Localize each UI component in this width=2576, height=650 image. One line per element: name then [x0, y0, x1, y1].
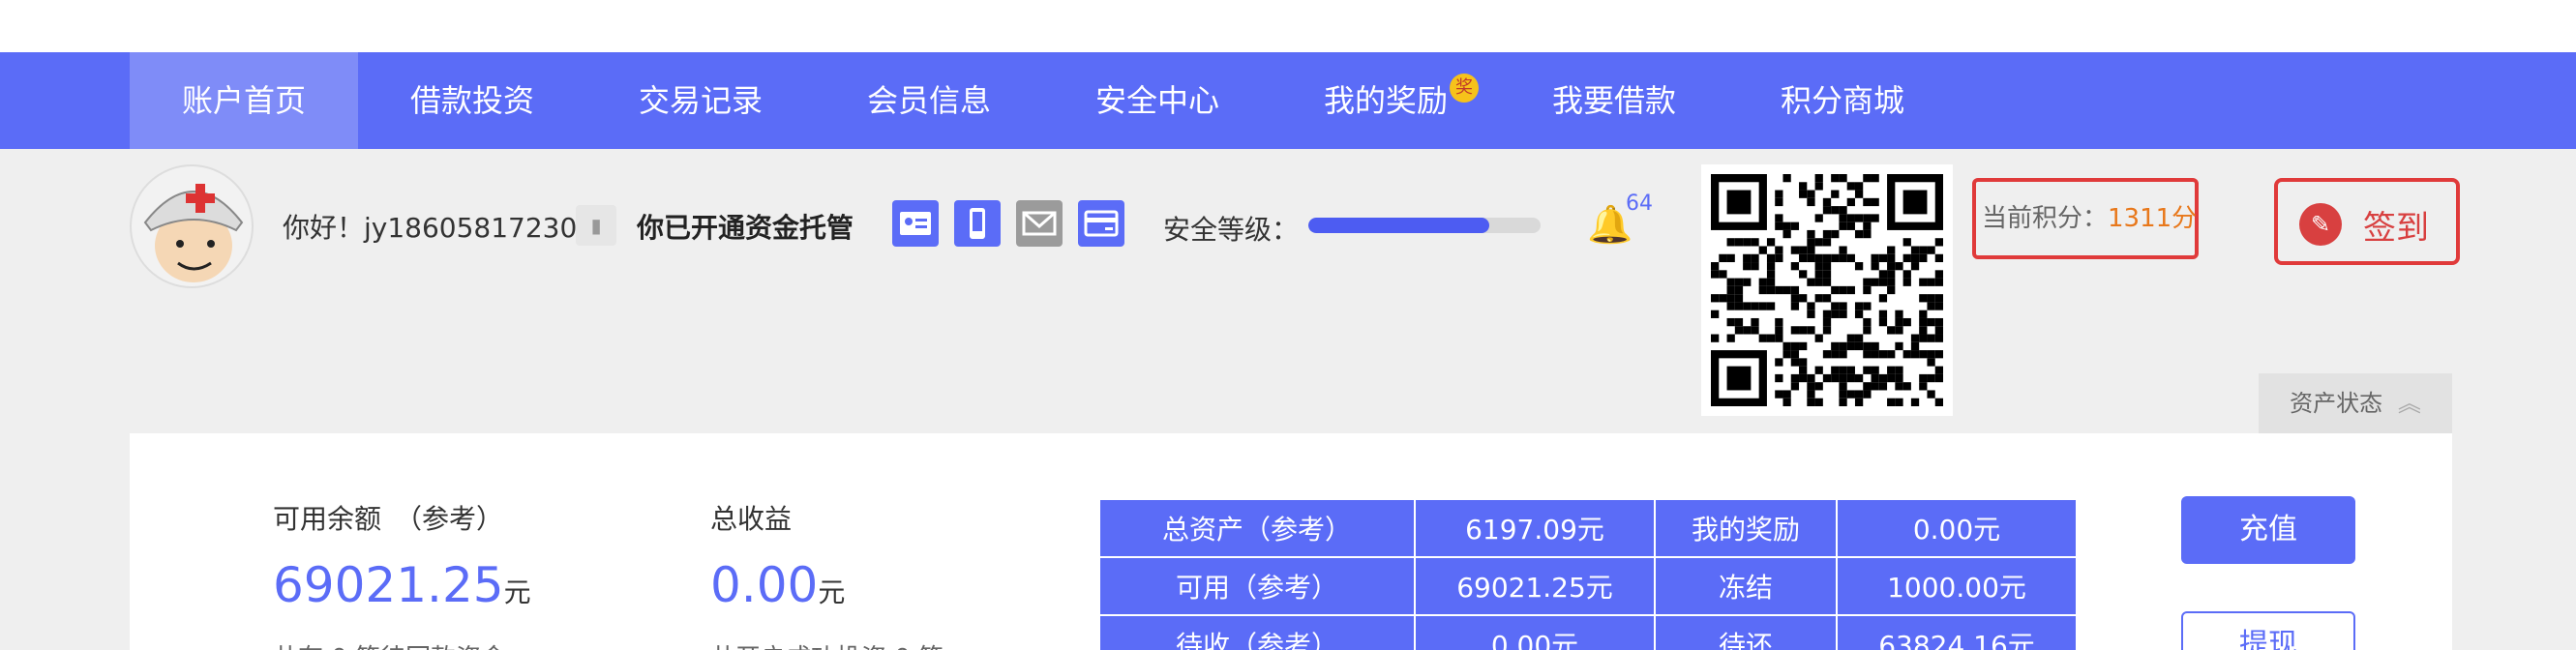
table-row: 可用（参考） 69021.25元 冻结 1000.00元: [1098, 556, 2078, 616]
current-points: 当前积分：1311分: [1972, 178, 2199, 259]
phone-icon[interactable]: [954, 200, 1001, 247]
points-value: 1311分: [2108, 204, 2198, 233]
available-balance-unit: 元: [503, 576, 531, 608]
table-cell: 69021.25元: [1414, 556, 1656, 616]
nav-item-transactions[interactable]: 交易记录: [586, 52, 815, 149]
table-cell: 待收（参考）: [1098, 614, 1416, 650]
asset-status-toggle[interactable]: 资产状态 ︽: [2259, 373, 2452, 433]
pending-return-text: 共有 0 笔待回款资金: [273, 638, 506, 650]
qr-code-icon: [1711, 174, 1943, 406]
mail-icon[interactable]: [1016, 200, 1063, 247]
table-cell: 0.00元: [1836, 498, 2078, 558]
notification-count: 64: [1626, 192, 1653, 216]
total-income-amount: 0.00: [710, 557, 819, 613]
table-cell: 可用（参考）: [1098, 556, 1416, 616]
qr-code: [1701, 164, 1953, 416]
table-cell: 6197.09元: [1414, 498, 1656, 558]
total-income-value: 0.00元: [710, 557, 845, 613]
available-balance-value: 69021.25元: [273, 557, 531, 613]
reward-badge-icon: 奖: [1450, 74, 1479, 103]
available-balance-amount: 69021.25: [273, 557, 504, 613]
main-nav: 账户首页 借款投资 交易记录 会员信息 安全中心 我的奖励 奖 我要借款 积分商…: [0, 52, 2576, 149]
chevron-up-icon: ︽: [2397, 390, 2421, 417]
points-label: 当前积分：: [1982, 204, 2109, 233]
security-level-fill: [1308, 218, 1490, 233]
edit-icon: ✎: [2299, 203, 2342, 246]
table-cell: 63824.16元: [1836, 614, 2078, 650]
id-card-icon[interactable]: [892, 200, 939, 247]
table-cell: 待还: [1654, 614, 1838, 650]
signin-button[interactable]: ✎ 签到: [2274, 178, 2460, 265]
asset-status-label: 资产状态: [2290, 390, 2383, 417]
top-whitespace: [0, 0, 2576, 52]
greeting-text: 你好！jy18605817230: [283, 212, 578, 244]
custody-status-text: 你已开通资金托管: [637, 212, 854, 244]
table-cell: 1000.00元: [1836, 556, 2078, 616]
nav-item-loan-invest[interactable]: 借款投资: [358, 52, 586, 149]
recharge-button[interactable]: 充值: [2181, 496, 2355, 564]
soldier-avatar-icon: [143, 184, 244, 282]
avatar[interactable]: [130, 164, 254, 288]
nav-item-member-info[interactable]: 会员信息: [815, 52, 1043, 149]
nav-item-borrow[interactable]: 我要借款: [1500, 52, 1728, 149]
withdraw-button[interactable]: 提现: [2181, 611, 2355, 650]
bank-card-icon[interactable]: [1078, 200, 1124, 247]
total-income-label: 总收益: [710, 503, 793, 535]
phone-verify-icon: ▮: [576, 205, 616, 246]
total-income-unit: 元: [818, 576, 846, 608]
table-row: 待收（参考） 0.00元 待还 63824.16元: [1098, 614, 2078, 650]
investment-count-text: 共开户成功投资 0 笔: [710, 638, 944, 650]
nav-item-points-mall[interactable]: 积分商城: [1728, 52, 1957, 149]
security-level-label: 安全等级：: [1163, 214, 1300, 246]
nav-item-security-center[interactable]: 安全中心: [1043, 52, 1272, 149]
security-level-bar: [1308, 218, 1541, 233]
asset-summary-table: 总资产（参考） 6197.09元 我的奖励 0.00元 可用（参考） 69021…: [1098, 498, 2078, 650]
table-cell: 0.00元: [1414, 614, 1656, 650]
nav-item-account-home[interactable]: 账户首页: [130, 52, 358, 149]
table-cell: 总资产（参考）: [1098, 498, 1416, 558]
table-cell: 我的奖励: [1654, 498, 1838, 558]
available-balance-label: 可用余额 （参考）: [273, 503, 504, 535]
table-row: 总资产（参考） 6197.09元 我的奖励 0.00元: [1098, 498, 2078, 558]
table-cell: 冻结: [1654, 556, 1838, 616]
signin-label: 签到: [2363, 209, 2429, 248]
